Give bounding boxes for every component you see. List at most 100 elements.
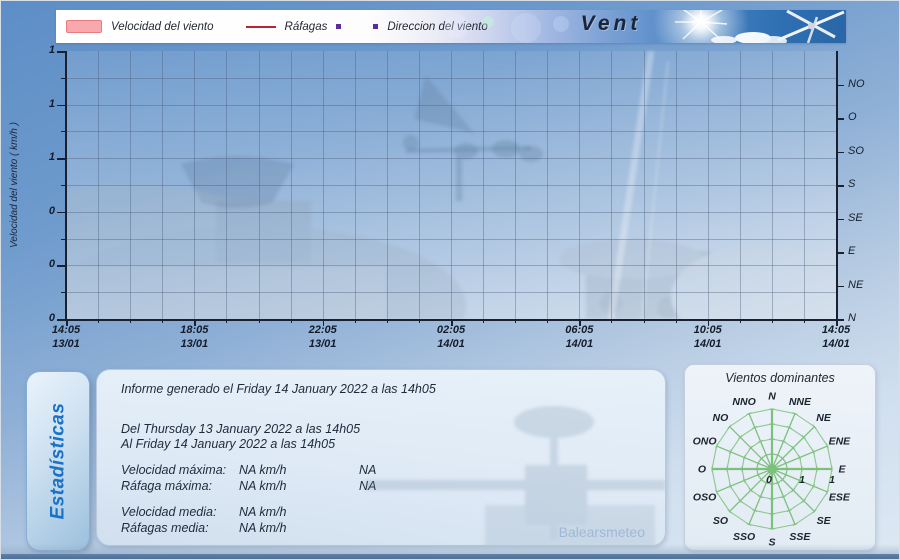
y-tick-label: 0 xyxy=(29,312,55,324)
period-from-line: Del Thursday 13 January 2022 a las 14h05 xyxy=(121,422,665,437)
rose-direction-label: SSO xyxy=(733,531,755,543)
wind-report-page: Velocidad del viento Ráfagas Direccion d… xyxy=(0,0,900,560)
direction-tick xyxy=(838,219,844,221)
period-to-line: Al Friday 14 January 2022 a las 14h05 xyxy=(121,437,665,452)
y-minor-tick xyxy=(61,78,65,79)
gridline xyxy=(66,78,836,79)
rose-direction-label: N xyxy=(768,391,776,403)
x-minor-tick xyxy=(483,319,484,323)
direction-tick-label: N xyxy=(848,312,882,324)
stat-row-max-gust: Ráfaga máxima: NA km/h NA xyxy=(121,478,665,494)
direction-tick xyxy=(838,286,844,288)
header-banner: Velocidad del viento Ráfagas Direccion d… xyxy=(56,10,846,43)
stat-row-max-speed: Velocidad máxima: NA km/h NA xyxy=(121,462,665,478)
rose-direction-label: ENE xyxy=(829,436,852,448)
y-tick xyxy=(57,105,65,107)
x-tick-date-label: 14/01 xyxy=(416,338,486,350)
direction-tick xyxy=(838,152,844,154)
x-minor-tick xyxy=(291,319,292,323)
x-minor-tick xyxy=(419,319,420,323)
y-minor-tick xyxy=(61,292,65,293)
x-minor-tick xyxy=(676,319,677,323)
y-tick xyxy=(57,265,65,267)
brand-text: Balearsmeteo xyxy=(559,525,645,540)
x-minor-tick xyxy=(611,319,612,323)
x-tick-time-label: 14:05 xyxy=(801,324,871,336)
rose-direction-label: ESE xyxy=(829,491,851,503)
x-minor-tick xyxy=(547,319,548,323)
x-tick-date-label: 14/01 xyxy=(801,338,871,350)
rose-direction-label: NO xyxy=(713,412,729,424)
gridline xyxy=(66,158,836,159)
rose-direction-label: O xyxy=(698,464,706,476)
x-tick-time-label: 14:05 xyxy=(31,324,101,336)
rose-direction-label: NNE xyxy=(789,396,812,408)
report-generated-line: Informe generado el Friday 14 January 20… xyxy=(121,382,665,397)
direction-tick-label: O xyxy=(848,111,882,123)
stats-panel: Informe generado el Friday 14 January 20… xyxy=(96,369,666,546)
x-minor-tick xyxy=(98,319,99,323)
wind-rose-chart: NNNENEENEEESESESSESSSOSOOSOOONONONNO011 xyxy=(685,383,875,550)
stats-tab: Estadísticas xyxy=(26,371,90,551)
y-minor-tick xyxy=(61,131,65,132)
x-tick-date-label: 13/01 xyxy=(31,338,101,350)
x-minor-tick xyxy=(772,319,773,323)
x-tick-time-label: 18:05 xyxy=(159,324,229,336)
rose-direction-label: OSO xyxy=(693,491,716,503)
anemometer-blades-icon xyxy=(778,11,844,43)
y-minor-tick xyxy=(61,239,65,240)
gridline xyxy=(66,131,836,132)
stat-row-mean-speed: Velocidad media: NA km/h xyxy=(121,504,665,520)
x-tick-time-label: 02:05 xyxy=(416,324,486,336)
rose-center-dot xyxy=(767,464,777,474)
y-tick-label: 1 xyxy=(29,151,55,163)
y-tick xyxy=(57,212,65,214)
wind-rose-panel: Vientos dominantes NNNENEENEEESESESSESSS… xyxy=(684,364,876,551)
y-axis-line xyxy=(65,51,67,320)
gridline xyxy=(66,239,836,240)
x-minor-tick xyxy=(804,319,805,323)
x-tick-date-label: 14/01 xyxy=(673,338,743,350)
direction-tick xyxy=(838,252,844,254)
rose-direction-label: SSE xyxy=(789,531,811,543)
y-tick xyxy=(57,51,65,53)
direction-tick xyxy=(838,85,844,87)
x-tick-date-label: 13/01 xyxy=(288,338,358,350)
y-tick-label: 1 xyxy=(29,98,55,110)
gridline xyxy=(66,265,836,266)
rose-direction-label: NE xyxy=(816,412,832,424)
gridline xyxy=(66,292,836,293)
x-minor-tick xyxy=(130,319,131,323)
rose-scale-label: 1 xyxy=(829,474,835,486)
x-minor-tick xyxy=(387,319,388,323)
direction-tick-label: NE xyxy=(848,279,882,291)
plot-area xyxy=(66,51,836,319)
x-minor-tick xyxy=(644,319,645,323)
y-tick-label: 0 xyxy=(29,205,55,217)
y-minor-tick xyxy=(61,185,65,186)
rose-scale-label: 0 xyxy=(766,474,772,486)
y-tick xyxy=(57,158,65,160)
direction-tick-label: E xyxy=(848,245,882,257)
y-tick-label: 0 xyxy=(29,258,55,270)
gridline xyxy=(66,212,836,213)
direction-tick xyxy=(838,118,844,120)
direction-tick-label: NO xyxy=(848,78,882,90)
gridline xyxy=(66,105,836,106)
x-tick-time-label: 22:05 xyxy=(288,324,358,336)
x-minor-tick xyxy=(259,319,260,323)
y-axis-title: Velocidad del viento ( km/h ) xyxy=(9,51,23,319)
direction-tick-label: SE xyxy=(848,212,882,224)
banner-sky-decoration xyxy=(56,10,846,43)
x-tick-time-label: 06:05 xyxy=(544,324,614,336)
x-tick-time-label: 10:05 xyxy=(673,324,743,336)
sea-edge-strip xyxy=(1,554,900,560)
stats-tab-label: Estadísticas xyxy=(47,403,69,520)
rose-direction-label: E xyxy=(838,464,846,476)
direction-tick-label: SO xyxy=(848,145,882,157)
x-minor-tick xyxy=(355,319,356,323)
y-tick xyxy=(57,319,65,321)
rose-scale-label: 1 xyxy=(799,474,805,486)
rose-direction-label: ONO xyxy=(693,436,717,448)
x-minor-tick xyxy=(162,319,163,323)
